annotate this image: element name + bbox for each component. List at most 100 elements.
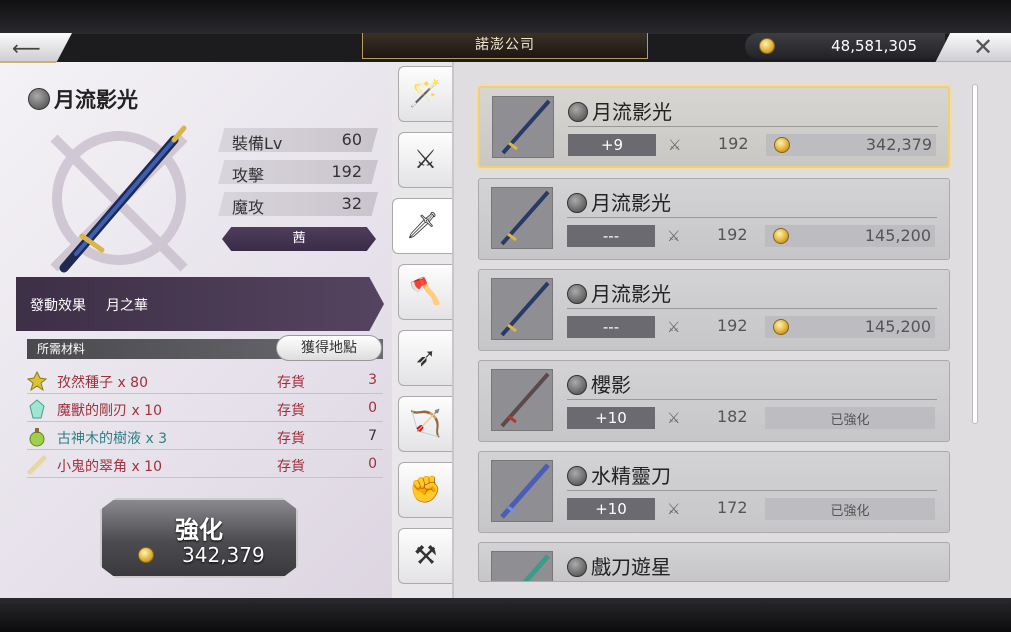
item-title: 月流影光 <box>567 278 671 307</box>
stock-label: 存貨 <box>277 375 305 391</box>
item-status: 已強化 <box>765 498 935 520</box>
bone-icon <box>27 455 47 475</box>
stat-value: 60 <box>341 130 362 149</box>
item-level: --- <box>567 225 655 247</box>
list-scrollbar[interactable] <box>972 84 978 424</box>
item-status: 已強化 <box>765 407 935 429</box>
back-arrow-icon: ⟵ <box>12 36 41 60</box>
list-item[interactable]: 月流影光 --- ⚔ 192 145,200 <box>478 269 950 351</box>
close-icon: ✕ <box>973 33 994 61</box>
shop-title: 諾澎公司 <box>362 33 648 59</box>
weapon-type-badge-icon <box>567 284 587 304</box>
item-name: 水精靈刀 <box>591 464 671 488</box>
item-cost: 342,379 <box>766 134 936 156</box>
list-item[interactable]: 水精靈刀 +10 ⚔ 172 已強化 <box>478 451 950 533</box>
stock-count: 0 <box>368 456 377 472</box>
stock-count: 7 <box>368 428 377 444</box>
close-button[interactable]: ✕ <box>935 33 1011 63</box>
material-row[interactable]: 孜然種子 x 80 存貨 3 <box>27 368 383 394</box>
stock-label: 存貨 <box>277 459 305 475</box>
weapon-thumbnail <box>491 187 553 249</box>
list-item[interactable]: 戲刀遊星 <box>478 542 950 582</box>
item-name: 月流影光 <box>591 282 671 306</box>
weapon-emblem-image <box>50 125 188 273</box>
gold-coin-icon <box>773 228 789 244</box>
attack-icon: ⚔ <box>667 318 681 336</box>
gold-coin-icon <box>773 319 789 335</box>
attack-icon: ⚔ <box>667 500 681 518</box>
tab-hammer-icon[interactable]: ⚒ <box>398 528 452 584</box>
divider <box>567 399 937 400</box>
enhanced-label: 已強化 <box>830 413 870 428</box>
stat-label: 攻擊 <box>232 166 265 185</box>
tab-staff-icon[interactable]: 🪄 <box>398 66 452 122</box>
material-row[interactable]: 魔獸的剛刃 x 10 存貨 0 <box>27 396 383 422</box>
gold-coin-icon <box>759 38 775 54</box>
item-level: +10 <box>567 498 655 520</box>
item-title: 戲刀遊星 <box>567 551 671 580</box>
material-row[interactable]: 古神木的樹液 x 3 存貨 7 <box>27 424 383 450</box>
stock-label: 存貨 <box>277 403 305 419</box>
back-button[interactable]: ⟵ <box>0 33 72 63</box>
material-name: 古神木的樹液 x 3 <box>57 431 168 447</box>
cost-value: 145,200 <box>864 317 931 336</box>
item-cost: 145,200 <box>765 225 935 247</box>
stat-magic: 魔攻 32 <box>218 192 378 216</box>
list-item[interactable]: 櫻影 +10 ⚔ 182 已強化 <box>478 360 950 442</box>
item-attack: 172 <box>717 498 748 517</box>
stock-count: 3 <box>368 372 377 388</box>
weapon-name: 月流影光 <box>54 88 138 112</box>
item-name: 櫻影 <box>591 373 631 397</box>
list-item[interactable]: 月流影光 +9 ⚔ 192 342,379 <box>478 86 950 168</box>
stat-level: 裝備Lv 60 <box>218 128 378 152</box>
divider <box>568 126 938 127</box>
tab-axe-icon[interactable]: 🪓 <box>398 264 452 320</box>
app-root: ⟵ 諾澎公司 48,581,305 ✕ 月流影光 裝備Lv 60 攻擊 192 魔攻… <box>0 0 1011 632</box>
weapon-type-badge-icon <box>568 102 588 122</box>
stock-count: 0 <box>368 400 377 416</box>
attack-icon: ⚔ <box>667 227 681 245</box>
item-name: 月流影光 <box>592 100 672 124</box>
item-attack: 192 <box>717 225 748 244</box>
item-cost: 145,200 <box>765 316 935 338</box>
weapon-thumbnail <box>491 278 553 340</box>
item-level: --- <box>567 316 655 338</box>
material-name: 孜然種子 x 80 <box>57 375 148 391</box>
top-bar <box>0 0 1011 34</box>
item-name: 月流影光 <box>591 191 671 215</box>
item-level: +9 <box>568 134 656 156</box>
bottom-bar <box>0 598 1011 632</box>
effect-label: 發動效果 <box>30 298 86 314</box>
list-item[interactable]: 月流影光 --- ⚔ 192 145,200 <box>478 178 950 260</box>
weapon-type-badge-icon <box>567 557 587 577</box>
item-title: 櫻影 <box>567 369 631 398</box>
tab-blade-icon[interactable]: 🗡 <box>392 198 452 254</box>
tab-bow-icon[interactable]: 🏹 <box>398 396 452 452</box>
stat-label: 裝備Lv <box>232 134 283 153</box>
weapon-type-badge-icon <box>567 375 587 395</box>
material-row[interactable]: 小鬼的翠角 x 10 存貨 0 <box>27 452 383 478</box>
obtain-location-button[interactable]: 獲得地點 <box>276 335 382 361</box>
effect-value: 月之華 <box>106 298 148 314</box>
item-title: 月流影光 <box>568 96 672 125</box>
enhance-button[interactable]: 強化 342,379 <box>100 498 298 578</box>
seed-icon <box>27 371 47 391</box>
item-title: 月流影光 <box>567 187 671 216</box>
gold-display: 48,581,305 <box>745 33 945 59</box>
weapon-title: 月流影光 <box>28 84 138 114</box>
item-level: +10 <box>567 407 655 429</box>
attack-icon: ⚔ <box>667 409 681 427</box>
divider <box>567 490 937 491</box>
enhance-label: 強化 <box>175 516 223 544</box>
potion-icon <box>29 428 45 447</box>
divider <box>567 217 937 218</box>
weapon-thumbnail <box>491 551 553 581</box>
gold-coin-icon <box>138 547 154 563</box>
tab-sword-icon[interactable]: ⚔ <box>398 132 452 188</box>
tab-spear-icon[interactable]: ➶ <box>398 330 452 386</box>
tab-gauntlet-icon[interactable]: ✊ <box>398 462 452 518</box>
weapon-thumbnail <box>491 369 553 431</box>
item-attack: 192 <box>718 134 749 153</box>
weapon-category-tabs: 🪄 ⚔ 🗡 🪓 ➶ 🏹 ✊ ⚒ <box>392 62 452 598</box>
stat-label: 魔攻 <box>232 198 265 217</box>
